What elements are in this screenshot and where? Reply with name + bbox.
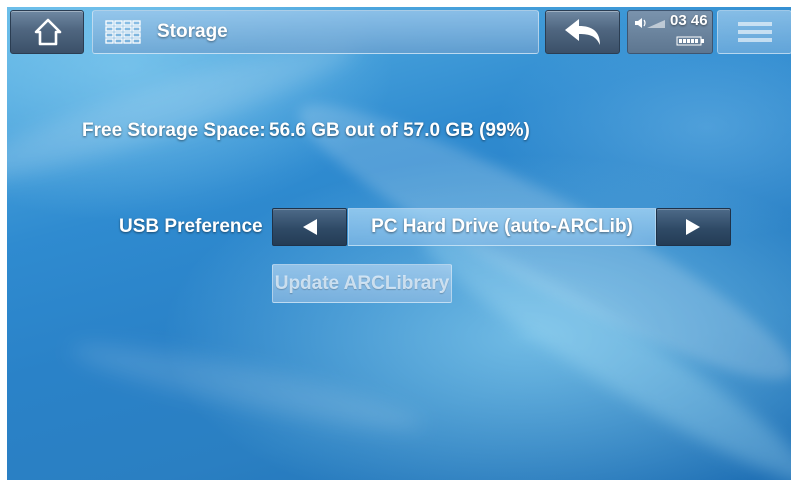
- prev-option-button[interactable]: [272, 208, 347, 246]
- update-arclibrary-label: Update ARCLibrary: [274, 273, 450, 294]
- next-option-button[interactable]: [656, 208, 731, 246]
- right-arrow-icon: [686, 219, 700, 235]
- free-storage-label: Free Storage Space:: [82, 120, 266, 141]
- status-panel: 03 46: [627, 10, 713, 54]
- back-arrow-icon: [565, 19, 600, 45]
- battery-icon: [676, 36, 704, 46]
- home-button[interactable]: [10, 10, 84, 54]
- menu-icon: [738, 22, 772, 42]
- clock: 03 46: [670, 12, 708, 29]
- usb-preference-value: PC Hard Drive (auto-ARCLib): [371, 216, 633, 237]
- bg-streak: [406, 209, 791, 480]
- screen: Storage 03 46 Free Storage Space: 56.6 G…: [7, 7, 791, 480]
- update-arclibrary-button[interactable]: Update ARCLibrary: [272, 264, 452, 303]
- menu-button[interactable]: [717, 10, 791, 54]
- speaker-icon: [635, 18, 665, 28]
- title-bar: Storage: [92, 10, 539, 54]
- back-button[interactable]: [545, 10, 620, 54]
- page-title: Storage: [157, 21, 228, 42]
- bg-streak: [66, 330, 428, 444]
- free-storage-value: 56.6 GB out of 57.0 GB (99%): [269, 120, 530, 141]
- usb-preference-label: USB Preference: [119, 216, 263, 237]
- usb-preference-selector[interactable]: PC Hard Drive (auto-ARCLib): [348, 208, 656, 246]
- home-icon: [34, 18, 62, 46]
- grid-icon: [105, 20, 141, 44]
- left-arrow-icon: [303, 219, 317, 235]
